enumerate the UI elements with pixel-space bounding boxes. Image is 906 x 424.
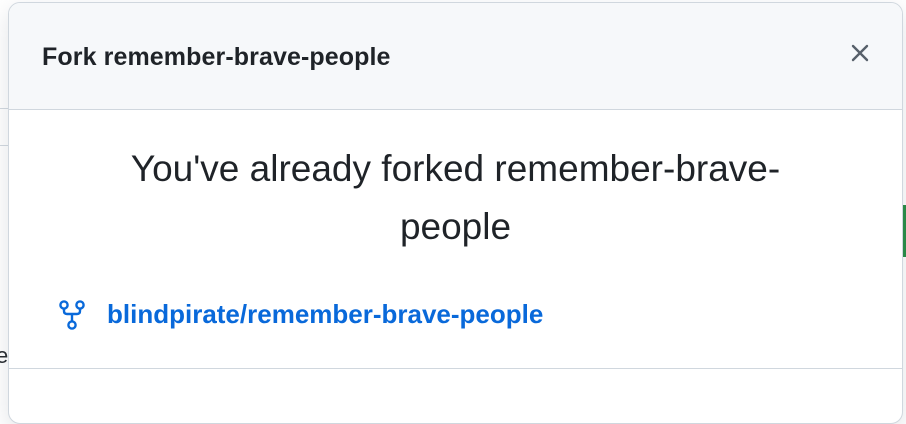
dialog-body: You've already forked remember-brave-peo… (9, 110, 902, 369)
dialog-title: Fork remember-brave-people (42, 43, 391, 71)
fork-link-row: blindpirate/remember-brave-people (59, 299, 543, 330)
repo-forked-icon (59, 299, 87, 330)
fork-dialog: Fork remember-brave-people You've alread… (8, 2, 903, 424)
close-button[interactable] (844, 39, 876, 71)
dialog-header: Fork remember-brave-people (9, 3, 902, 110)
close-icon (850, 43, 870, 68)
background-text-fragment: e (0, 343, 9, 368)
already-forked-message: You've already forked remember-brave-peo… (130, 148, 781, 247)
fork-repo-link[interactable]: blindpirate/remember-brave-people (107, 299, 543, 330)
